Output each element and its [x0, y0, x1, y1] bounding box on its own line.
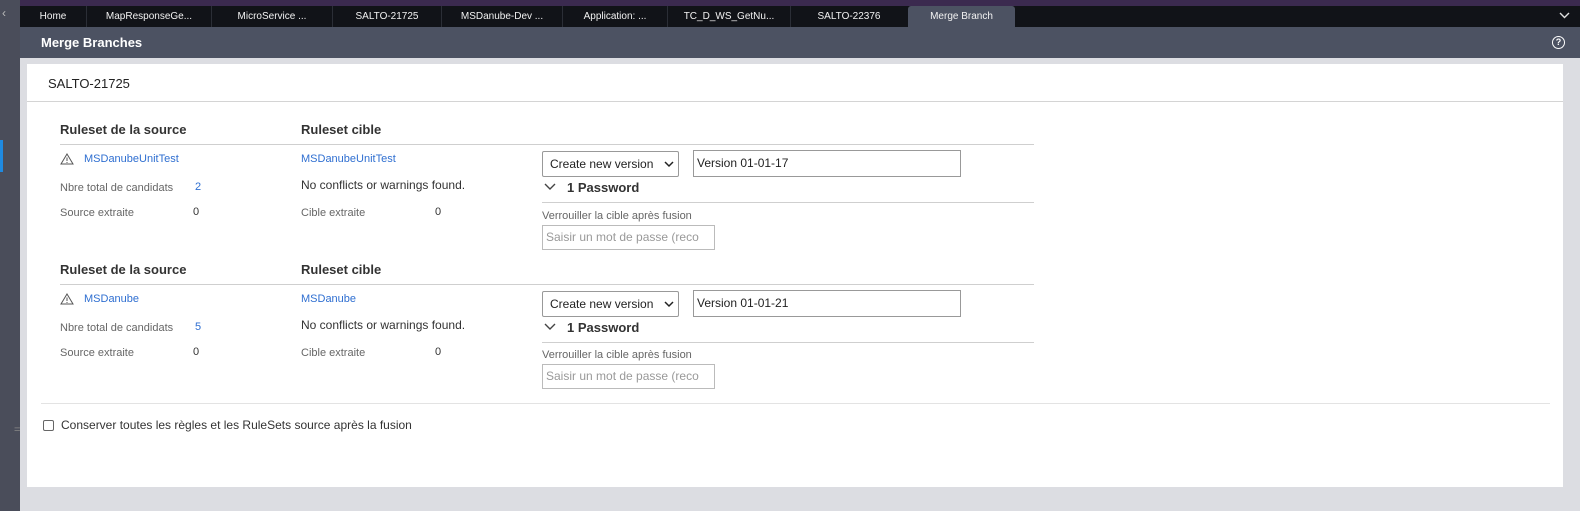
- lock-target-label: Verrouiller la cible après fusion: [542, 349, 692, 361]
- help-icon[interactable]: ?: [1552, 36, 1565, 49]
- source-extracted-value: 0: [193, 346, 200, 358]
- source-ruleset-link[interactable]: MSDanubeUnitTest: [84, 153, 179, 165]
- source-extracted-label: Source extraite: [60, 347, 134, 359]
- chevron-down-icon: [664, 301, 674, 308]
- tab-home[interactable]: Home: [20, 6, 86, 27]
- source-ruleset-heading: Ruleset de la source: [60, 262, 187, 277]
- version-action-value: Create new version: [550, 157, 654, 171]
- tab-overflow-chevron-icon[interactable]: [1559, 6, 1570, 27]
- password-toggle[interactable]: 1 Password: [567, 180, 639, 195]
- tab-salto-22376[interactable]: SALTO-22376: [791, 6, 907, 27]
- version-input[interactable]: Version 01-01-21: [693, 290, 961, 317]
- rail-active-indicator: [0, 140, 3, 172]
- candidates-count-link[interactable]: 2: [195, 181, 201, 193]
- tab-tc-d-ws[interactable]: TC_D_WS_GetNu...: [668, 6, 790, 27]
- source-ruleset-heading: Ruleset de la source: [60, 122, 187, 137]
- target-extracted-value: 0: [435, 346, 442, 358]
- conflict-status: No conflicts or warnings found.: [301, 178, 466, 192]
- ruleset-section: Ruleset de la source Ruleset cible MSDan…: [27, 261, 1563, 401]
- version-action-select[interactable]: Create new version: [542, 151, 679, 177]
- source-extracted-value: 0: [193, 206, 200, 218]
- password-divider: [542, 342, 1034, 343]
- candidates-count-link[interactable]: 5: [195, 321, 201, 333]
- tab-msdanube-dev[interactable]: MSDanube-Dev ...: [442, 6, 562, 27]
- page-title: Merge Branches: [41, 35, 143, 50]
- ruleset-section: Ruleset de la source Ruleset cible MSDan…: [27, 121, 1563, 261]
- source-extracted-label: Source extraite: [60, 207, 134, 219]
- keep-rules-checkbox[interactable]: [43, 420, 54, 431]
- page-header: Merge Branches ?: [20, 27, 1580, 58]
- chevron-down-icon[interactable]: [544, 323, 556, 331]
- chevron-down-icon: [664, 161, 674, 168]
- password-divider: [542, 202, 1034, 203]
- tab-merge-branch[interactable]: Merge Branch: [908, 6, 1015, 27]
- section-divider: [60, 144, 1034, 145]
- target-ruleset-heading: Ruleset cible: [301, 262, 382, 277]
- chevron-down-icon[interactable]: [544, 183, 556, 191]
- branch-title: SALTO-21725: [48, 76, 130, 91]
- tab-microservice[interactable]: MicroService ...: [212, 6, 332, 27]
- target-ruleset-link[interactable]: MSDanubeUnitTest: [301, 153, 396, 165]
- password-field[interactable]: Saisir un mot de passe (reco: [542, 225, 715, 250]
- footer-divider: [41, 403, 1550, 404]
- warning-icon: [60, 293, 74, 305]
- source-ruleset-link[interactable]: MSDanube: [84, 293, 139, 305]
- drag-handle-icon[interactable]: =: [14, 424, 20, 436]
- password-field[interactable]: Saisir un mot de passe (reco: [542, 364, 715, 389]
- candidates-label: Nbre total de candidats: [60, 322, 174, 334]
- target-ruleset-link[interactable]: MSDanube: [301, 293, 356, 305]
- version-action-value: Create new version: [550, 297, 654, 311]
- rail-collapse-icon[interactable]: ‹: [2, 6, 6, 20]
- tab-application[interactable]: Application: ...: [563, 6, 667, 27]
- version-action-select[interactable]: Create new version: [542, 291, 679, 317]
- target-extracted-value: 0: [435, 206, 442, 218]
- tab-mapresponse[interactable]: MapResponseGe...: [87, 6, 211, 27]
- panel-header: SALTO-21725: [27, 64, 1563, 102]
- section-divider: [60, 284, 1034, 285]
- conflict-status: No conflicts or warnings found.: [301, 318, 466, 332]
- warning-icon: [60, 153, 74, 165]
- keep-rules-label[interactable]: Conserver toutes les règles et les RuleS…: [61, 418, 412, 432]
- version-input[interactable]: Version 01-01-17: [693, 150, 961, 177]
- target-extracted-label: Cible extraite: [301, 207, 366, 219]
- target-extracted-label: Cible extraite: [301, 347, 366, 359]
- merge-panel: SALTO-21725 Ruleset de la source Ruleset…: [27, 64, 1563, 487]
- tab-salto-21725[interactable]: SALTO-21725: [333, 6, 441, 27]
- password-toggle[interactable]: 1 Password: [567, 320, 639, 335]
- target-ruleset-heading: Ruleset cible: [301, 122, 382, 137]
- tab-bar: Home MapResponseGe... MicroService ... S…: [20, 6, 1580, 27]
- candidates-label: Nbre total de candidats: [60, 182, 174, 194]
- lock-target-label: Verrouiller la cible après fusion: [542, 210, 692, 222]
